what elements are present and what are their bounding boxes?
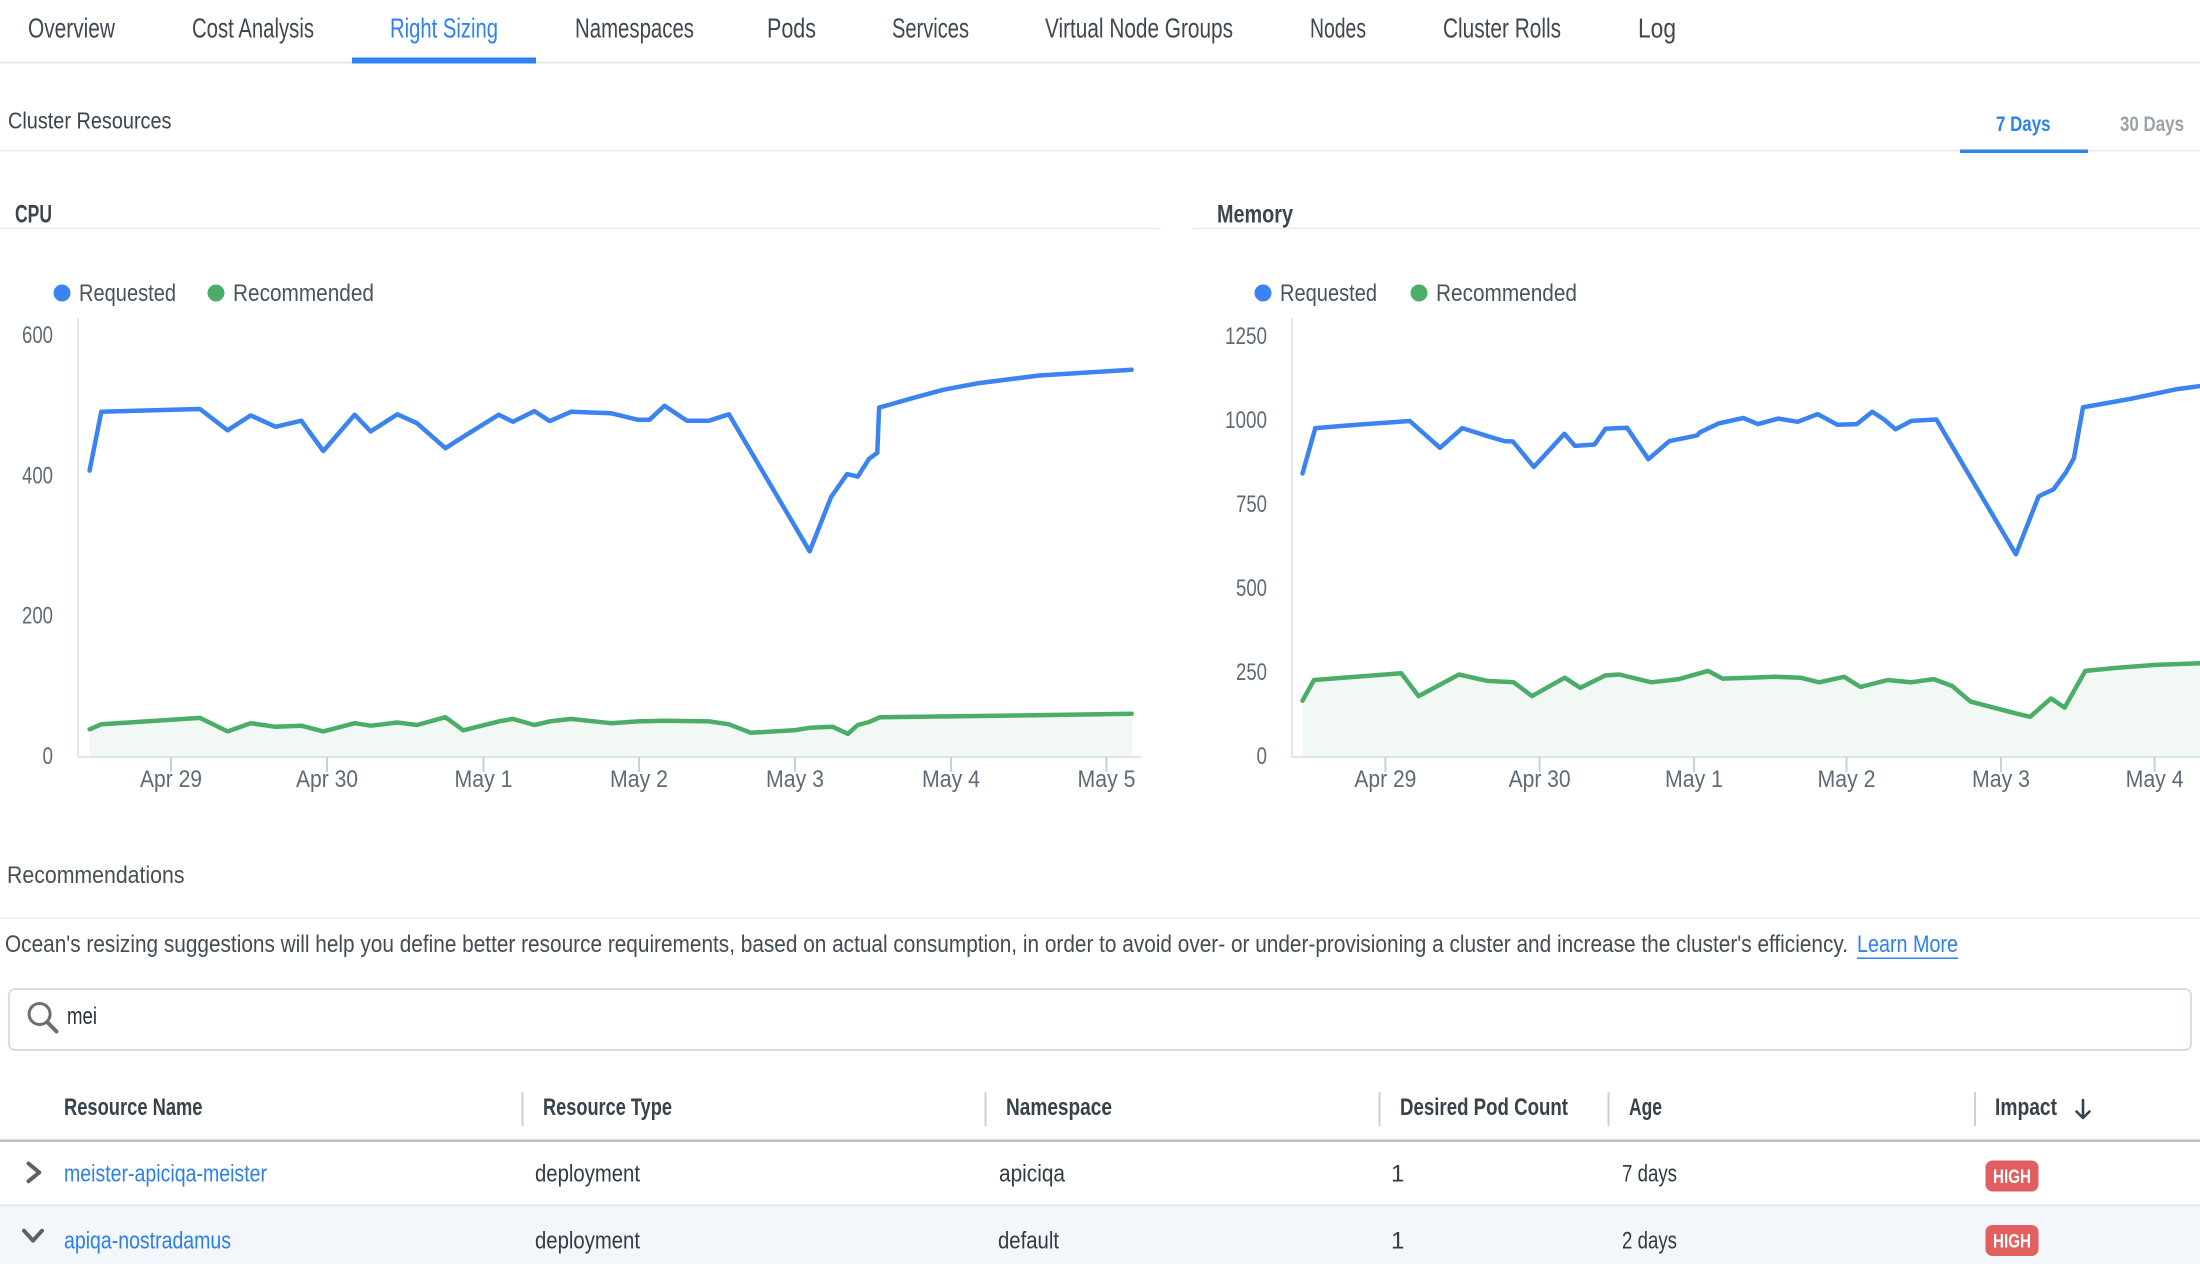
svg-text:Recommended: Recommended xyxy=(233,280,374,307)
svg-text:Apr 29: Apr 29 xyxy=(1354,766,1416,793)
svg-text:Cluster Resources: Cluster Resources xyxy=(8,108,172,134)
svg-text:2 days: 2 days xyxy=(1622,1228,1677,1255)
svg-text:250: 250 xyxy=(1236,659,1267,686)
svg-text:May 3: May 3 xyxy=(766,766,824,793)
svg-text:Pods: Pods xyxy=(767,13,816,44)
svg-text:400: 400 xyxy=(22,463,53,490)
svg-text:1000: 1000 xyxy=(1225,407,1267,434)
svg-text:Age: Age xyxy=(1629,1094,1662,1121)
svg-text:HIGH: HIGH xyxy=(1993,1166,2031,1188)
svg-text:May 4: May 4 xyxy=(922,766,980,793)
svg-text:Cluster Rolls: Cluster Rolls xyxy=(1443,13,1561,44)
svg-text:Recommended: Recommended xyxy=(1436,280,1577,307)
svg-text:Cost Analysis: Cost Analysis xyxy=(192,13,314,44)
svg-text:7 days: 7 days xyxy=(1622,1161,1677,1188)
svg-text:Nodes: Nodes xyxy=(1310,13,1366,44)
svg-text:CPU: CPU xyxy=(15,201,52,229)
svg-text:7 Days: 7 Days xyxy=(1996,113,2051,136)
svg-text:meister-apiciqa-meister: meister-apiciqa-meister xyxy=(64,1161,267,1188)
svg-text:30 Days: 30 Days xyxy=(2120,113,2184,136)
svg-text:Requested: Requested xyxy=(1280,280,1377,307)
svg-text:600: 600 xyxy=(22,322,53,349)
svg-text:Resource Type: Resource Type xyxy=(543,1094,672,1121)
svg-text:deployment: deployment xyxy=(535,1161,640,1188)
svg-text:Ocean's resizing suggestions w: Ocean's resizing suggestions will help y… xyxy=(5,931,1848,958)
svg-text:Desired Pod Count: Desired Pod Count xyxy=(1400,1094,1568,1121)
svg-text:HIGH: HIGH xyxy=(1993,1231,2031,1253)
svg-text:1: 1 xyxy=(1391,1228,1404,1255)
svg-text:Services: Services xyxy=(892,13,969,44)
svg-text:Recommendations: Recommendations xyxy=(7,862,185,889)
svg-text:May 1: May 1 xyxy=(1665,766,1723,793)
svg-text:apiqa-nostradamus: apiqa-nostradamus xyxy=(64,1228,231,1255)
svg-text:0: 0 xyxy=(1257,743,1268,770)
svg-text:Apr 30: Apr 30 xyxy=(1509,766,1571,793)
svg-text:apiciqa: apiciqa xyxy=(999,1161,1066,1188)
svg-text:Resource Name: Resource Name xyxy=(64,1094,203,1121)
svg-text:Virtual Node Groups: Virtual Node Groups xyxy=(1045,13,1233,44)
svg-text:deployment: deployment xyxy=(535,1228,640,1255)
svg-text:200: 200 xyxy=(22,603,53,630)
svg-text:May 2: May 2 xyxy=(1818,766,1876,793)
svg-text:Right Sizing: Right Sizing xyxy=(390,13,498,44)
svg-text:May 5: May 5 xyxy=(1078,766,1136,793)
svg-text:Requested: Requested xyxy=(79,280,176,307)
svg-text:Overview: Overview xyxy=(28,13,116,44)
svg-text:May 2: May 2 xyxy=(610,766,668,793)
svg-text:May 3: May 3 xyxy=(1972,766,2030,793)
svg-text:Memory: Memory xyxy=(1217,201,1293,229)
svg-text:Log: Log xyxy=(1638,13,1676,44)
svg-text:May 1: May 1 xyxy=(455,766,513,793)
svg-text:500: 500 xyxy=(1236,575,1267,602)
svg-text:0: 0 xyxy=(43,743,54,770)
svg-text:1250: 1250 xyxy=(1225,323,1267,350)
svg-text:1: 1 xyxy=(1391,1161,1404,1188)
svg-text:Apr 29: Apr 29 xyxy=(140,766,202,793)
svg-text:Impact: Impact xyxy=(1995,1094,2057,1121)
svg-text:May 4: May 4 xyxy=(2126,766,2184,793)
svg-text:Apr 30: Apr 30 xyxy=(296,766,358,793)
svg-text:750: 750 xyxy=(1236,491,1267,518)
svg-text:default: default xyxy=(998,1228,1059,1255)
svg-text:Learn More: Learn More xyxy=(1857,931,1958,958)
svg-text:mei: mei xyxy=(67,1003,97,1030)
svg-text:Namespace: Namespace xyxy=(1006,1094,1112,1121)
svg-text:Namespaces: Namespaces xyxy=(575,13,694,44)
